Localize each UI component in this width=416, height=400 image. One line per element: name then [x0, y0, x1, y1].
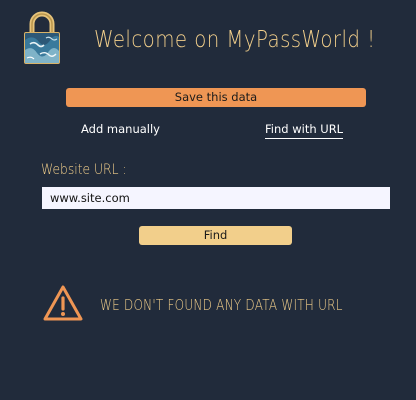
tab-find-with-url[interactable]: Find with URL	[265, 122, 344, 139]
website-url-label: Website URL :	[41, 162, 127, 178]
tab-add-manually[interactable]: Add manually	[81, 122, 160, 138]
padlock-logo	[22, 10, 62, 66]
mode-tabs: Add manually Find with URL	[0, 122, 416, 144]
warning-icon	[42, 284, 84, 322]
no-data-message: WE DON'T FOUND ANY DATA WITH URL	[100, 296, 343, 314]
page-title: Welcome on MyPassWorld !	[94, 27, 376, 53]
website-url-input[interactable]	[42, 187, 390, 209]
find-button[interactable]: Find	[139, 226, 292, 245]
save-data-button[interactable]: Save this data	[66, 88, 366, 107]
padlock-icon	[24, 11, 60, 64]
